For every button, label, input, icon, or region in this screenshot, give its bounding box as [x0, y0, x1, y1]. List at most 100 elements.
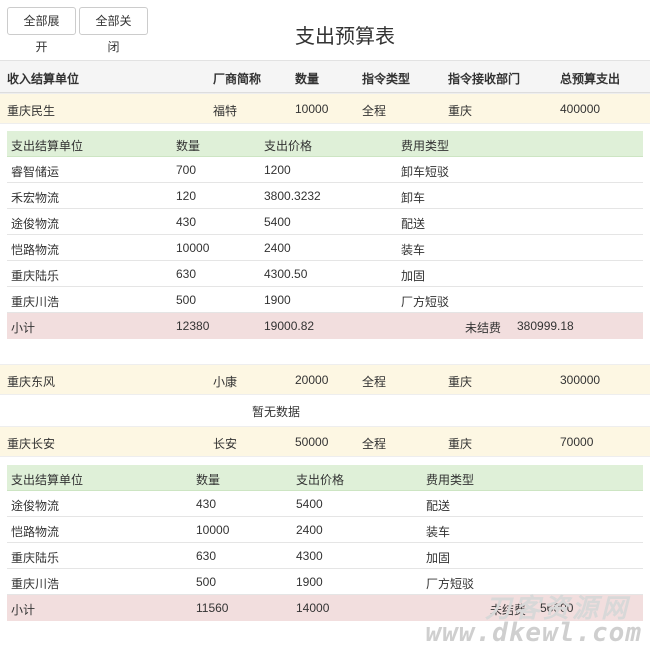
row-quantity: 500	[196, 575, 217, 589]
row-price: 4300.50	[264, 267, 308, 281]
column-header-order-type: 指令类型	[362, 72, 411, 86]
no-data-message: 暂无数据	[251, 405, 300, 419]
table-row: 重庆陆乐 630 4300.50 加固	[7, 261, 643, 287]
row-unit: 禾宏物流	[11, 191, 60, 205]
row-unit: 重庆陆乐	[11, 269, 60, 283]
group-total: 400000	[560, 102, 601, 116]
column-header-total-budget: 总预算支出	[560, 72, 621, 86]
group-dept: 重庆	[448, 375, 473, 389]
row-fee-type: 配送	[426, 499, 451, 513]
row-quantity: 500	[176, 293, 197, 307]
column-header-receiving-dept: 指令接收部门	[448, 72, 521, 86]
row-fee-type: 加固	[401, 269, 426, 283]
group-quantity: 10000	[295, 102, 329, 116]
row-price: 1200	[264, 163, 291, 177]
row-price: 1900	[296, 575, 323, 589]
table-row: 重庆陆乐 630 4300 加固	[7, 543, 643, 569]
unsettled-amount: 380999.18	[517, 319, 574, 333]
subtotal-price: 19000.82	[264, 319, 315, 333]
row-price: 5400	[264, 215, 291, 229]
table-row: 禾宏物流 120 3800.3232 卸车	[7, 183, 643, 209]
main-table-header: 收入结算单位 厂商简称 数量 指令类型 指令接收部门 总预算支出	[0, 60, 650, 93]
row-quantity: 430	[176, 215, 197, 229]
sub-column-header-fee-type: 费用类型	[426, 473, 475, 487]
subtotal-quantity: 12380	[176, 319, 210, 333]
row-unit: 重庆陆乐	[11, 551, 60, 565]
sub-column-header-expense-unit: 支出结算单位	[11, 473, 84, 487]
row-quantity: 430	[196, 497, 217, 511]
sub-table-header: 支出结算单位 数量 支出价格 费用类型	[7, 465, 643, 491]
row-quantity: 630	[176, 267, 197, 281]
group-vendor: 小康	[213, 375, 238, 389]
row-unit: 睿智储运	[11, 165, 60, 179]
group-row-chongqing-changan[interactable]: 重庆长安 长安 50000 全程 重庆 70000	[0, 426, 650, 457]
row-unit: 恺路物流	[11, 525, 60, 539]
group-row-chongqing-minsheng[interactable]: 重庆民生 福特 10000 全程 重庆 400000	[0, 93, 650, 124]
watermark: 刀客资源网 www.dkewl.com	[392, 588, 642, 648]
row-quantity: 120	[176, 189, 197, 203]
group-quantity: 50000	[295, 435, 329, 449]
table-row: 途俊物流 430 5400 配送	[7, 491, 643, 517]
row-quantity: 10000	[176, 241, 210, 255]
row-fee-type: 装车	[401, 243, 426, 257]
row-price: 4300	[296, 549, 323, 563]
row-fee-type: 装车	[426, 525, 451, 539]
row-price: 2400	[264, 241, 291, 255]
sub-column-header-price: 支出价格	[264, 139, 313, 153]
table-row: 恺路物流 10000 2400 装车	[7, 235, 643, 261]
group-quantity: 20000	[295, 373, 329, 387]
group-order-type: 全程	[362, 437, 387, 451]
group-total: 70000	[560, 435, 594, 449]
subtotal-label: 小计	[11, 321, 36, 335]
sub-column-header-expense-unit: 支出结算单位	[11, 139, 84, 153]
table-row: 恺路物流 10000 2400 装车	[7, 517, 643, 543]
row-unit: 途俊物流	[11, 499, 60, 513]
column-header-income-unit: 收入结算单位	[7, 72, 80, 86]
row-quantity: 630	[196, 549, 217, 563]
row-price: 3800.3232	[264, 189, 321, 203]
row-quantity: 10000	[196, 523, 230, 537]
sub-column-header-price: 支出价格	[296, 473, 345, 487]
group-vendor: 长安	[213, 437, 238, 451]
unsettled-label: 未结费	[465, 321, 502, 335]
group-dept: 重庆	[448, 437, 473, 451]
table-row: 睿智储运 700 1200 卸车短驳	[7, 157, 643, 183]
row-fee-type: 卸车	[401, 191, 426, 205]
row-fee-type: 卸车短驳	[401, 165, 450, 179]
row-price: 5400	[296, 497, 323, 511]
row-price: 2400	[296, 523, 323, 537]
table-row: 途俊物流 430 5400 配送	[7, 209, 643, 235]
subtotal-label: 小计	[11, 603, 36, 617]
subtotal-price: 14000	[296, 601, 330, 615]
row-unit: 恺路物流	[11, 243, 60, 257]
toolbar: 全部展开 全部关闭 支出预算表	[0, 0, 650, 60]
sub-column-header-quantity: 数量	[176, 139, 201, 153]
page-title: 支出预算表	[295, 26, 395, 48]
group-unit: 重庆民生	[7, 104, 56, 118]
group-unit: 重庆东风	[7, 375, 56, 389]
column-header-vendor: 厂商简称	[213, 72, 262, 86]
row-fee-type: 厂方短驳	[401, 295, 450, 309]
group-order-type: 全程	[362, 375, 387, 389]
watermark-url: www.dkewl.com	[425, 618, 642, 648]
sub-column-header-quantity: 数量	[196, 473, 221, 487]
row-fee-type: 加固	[426, 551, 451, 565]
row-unit: 途俊物流	[11, 217, 60, 231]
group-dept: 重庆	[448, 104, 473, 118]
group-row-chongqing-dongfeng[interactable]: 重庆东风 小康 20000 全程 重庆 300000	[0, 364, 650, 395]
group-total: 300000	[560, 373, 601, 387]
row-unit: 重庆川浩	[11, 295, 60, 309]
group-vendor: 福特	[213, 104, 238, 118]
column-header-quantity: 数量	[295, 72, 320, 86]
row-quantity: 700	[176, 163, 197, 177]
sub-column-header-fee-type: 费用类型	[401, 139, 450, 153]
group-order-type: 全程	[362, 104, 387, 118]
sub-table-header: 支出结算单位 数量 支出价格 费用类型	[7, 131, 643, 157]
row-price: 1900	[264, 293, 291, 307]
row-unit: 重庆川浩	[11, 577, 60, 591]
subtotal-row: 小计 12380 19000.82 未结费 380999.18	[7, 313, 643, 339]
row-fee-type: 配送	[401, 217, 426, 231]
subtotal-quantity: 11560	[196, 601, 229, 615]
table-row: 重庆川浩 500 1900 厂方短驳	[7, 287, 643, 313]
group-unit: 重庆长安	[7, 437, 56, 451]
